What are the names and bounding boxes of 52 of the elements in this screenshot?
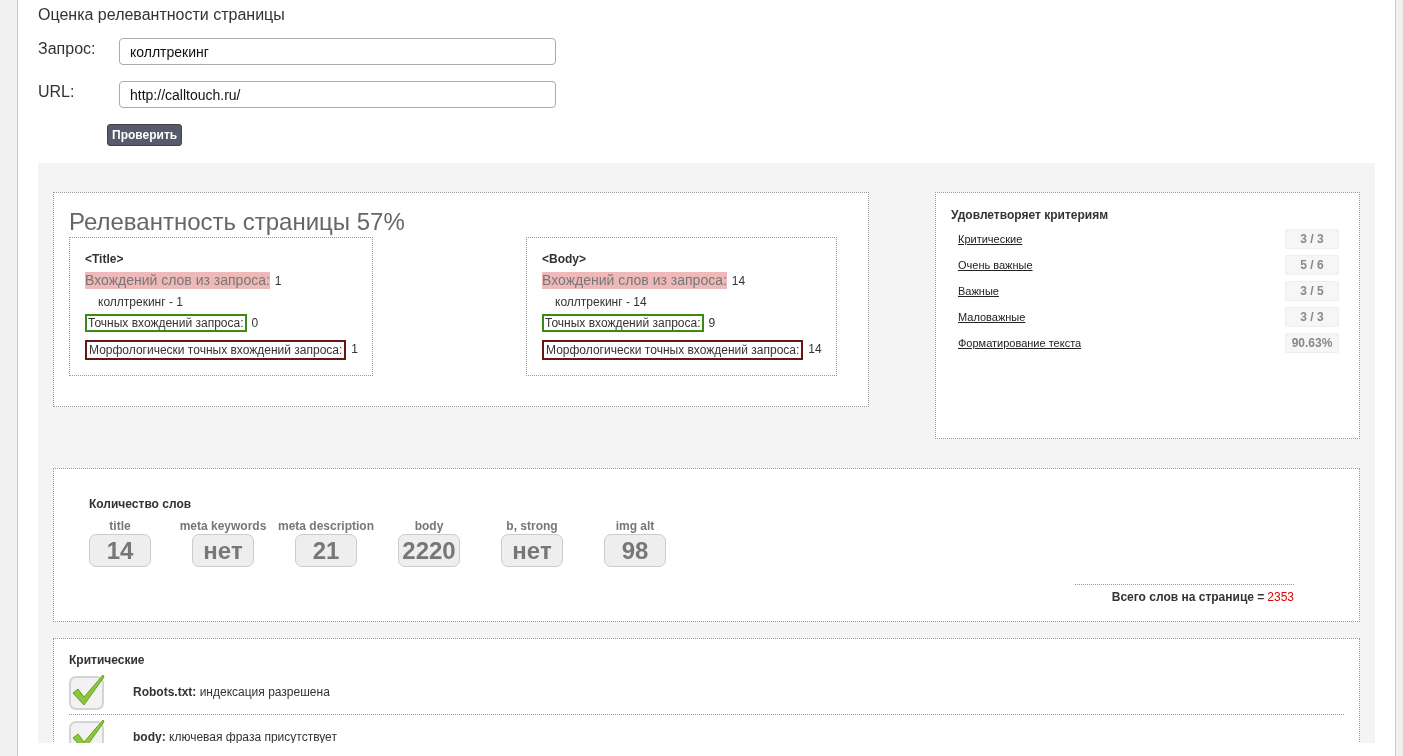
count-value: 9 bbox=[708, 315, 716, 330]
field-label: Запрос: bbox=[38, 39, 97, 58]
criteria-link[interactable]: Маловажные bbox=[958, 311, 1026, 323]
count-badge: нет bbox=[501, 534, 563, 567]
count-label: title bbox=[109, 519, 131, 533]
outlined-label: Точных вхождений запроса: bbox=[85, 314, 247, 332]
count-label: img alt bbox=[615, 519, 655, 533]
total-label: Всего слов на странице = bbox=[1111, 590, 1265, 604]
outlined-label: Морфологически точных вхождений запроса: bbox=[85, 340, 347, 360]
relevance-title: Релевантность страницы 57% bbox=[69, 207, 406, 237]
highlighted-label: Вхождений слов из запроса: bbox=[85, 272, 270, 289]
count-badge: нет bbox=[192, 534, 254, 567]
count-value: 1 bbox=[351, 341, 359, 356]
field-label: URL: bbox=[38, 82, 76, 101]
count-badge: 98 bbox=[604, 534, 666, 567]
word-count-text: коллтрекинг - 1 bbox=[97, 294, 183, 309]
criteria-link[interactable]: Важные bbox=[958, 285, 999, 297]
score-badge: 3 / 5 bbox=[1285, 281, 1339, 301]
criteria-link[interactable]: Форматирование текста bbox=[958, 337, 1082, 349]
criteria-link[interactable]: Очень важные bbox=[958, 259, 1033, 271]
word-count-text: коллтрекинг - 14 bbox=[554, 294, 647, 309]
score-badge: 90.63% bbox=[1285, 333, 1339, 353]
count-label: body bbox=[414, 519, 444, 533]
count-badge: 14 bbox=[89, 534, 151, 567]
count-badge: 21 bbox=[295, 534, 357, 567]
page-title: Оценка релевантности страницы bbox=[38, 6, 286, 25]
input-field[interactable]: коллтрекинг bbox=[119, 38, 556, 65]
criteria-link[interactable]: Критические bbox=[958, 233, 1023, 245]
total-value: 2353 bbox=[1267, 590, 1294, 604]
input-field[interactable]: http://calltouch.ru/ bbox=[119, 81, 556, 108]
check-button[interactable]: Проверить bbox=[107, 124, 183, 146]
count-value: 14 bbox=[808, 341, 822, 356]
score-badge: 3 / 3 bbox=[1285, 307, 1339, 327]
section-heading: <Title> bbox=[85, 252, 125, 266]
section-heading: <Body> bbox=[542, 252, 587, 266]
count-value: 1 bbox=[274, 273, 282, 288]
count-value: 14 bbox=[731, 273, 746, 288]
outlined-label: Морфологически точных вхождений запроса: bbox=[542, 340, 804, 360]
count-badge: 2220 bbox=[398, 534, 460, 567]
score-badge: 5 / 6 bbox=[1285, 255, 1339, 275]
criteria-title: Удовлетворяет критериям bbox=[951, 208, 1110, 222]
score-badge: 3 / 3 bbox=[1285, 229, 1339, 249]
check-text: body: ключевая фраза присутствует bbox=[133, 730, 337, 743]
count-value: 0 bbox=[251, 315, 259, 330]
word-count-title: Количество слов bbox=[89, 497, 193, 511]
count-label: meta keywords bbox=[179, 519, 267, 533]
count-label: b, strong bbox=[506, 519, 558, 533]
highlighted-label: Вхождений слов из запроса: bbox=[542, 272, 727, 289]
check-text: Robots.txt: индексация разрешена bbox=[133, 685, 330, 699]
checks-title: Критические bbox=[69, 653, 146, 667]
outlined-label: Точных вхождений запроса: bbox=[542, 314, 704, 332]
count-label: meta description bbox=[278, 519, 374, 533]
